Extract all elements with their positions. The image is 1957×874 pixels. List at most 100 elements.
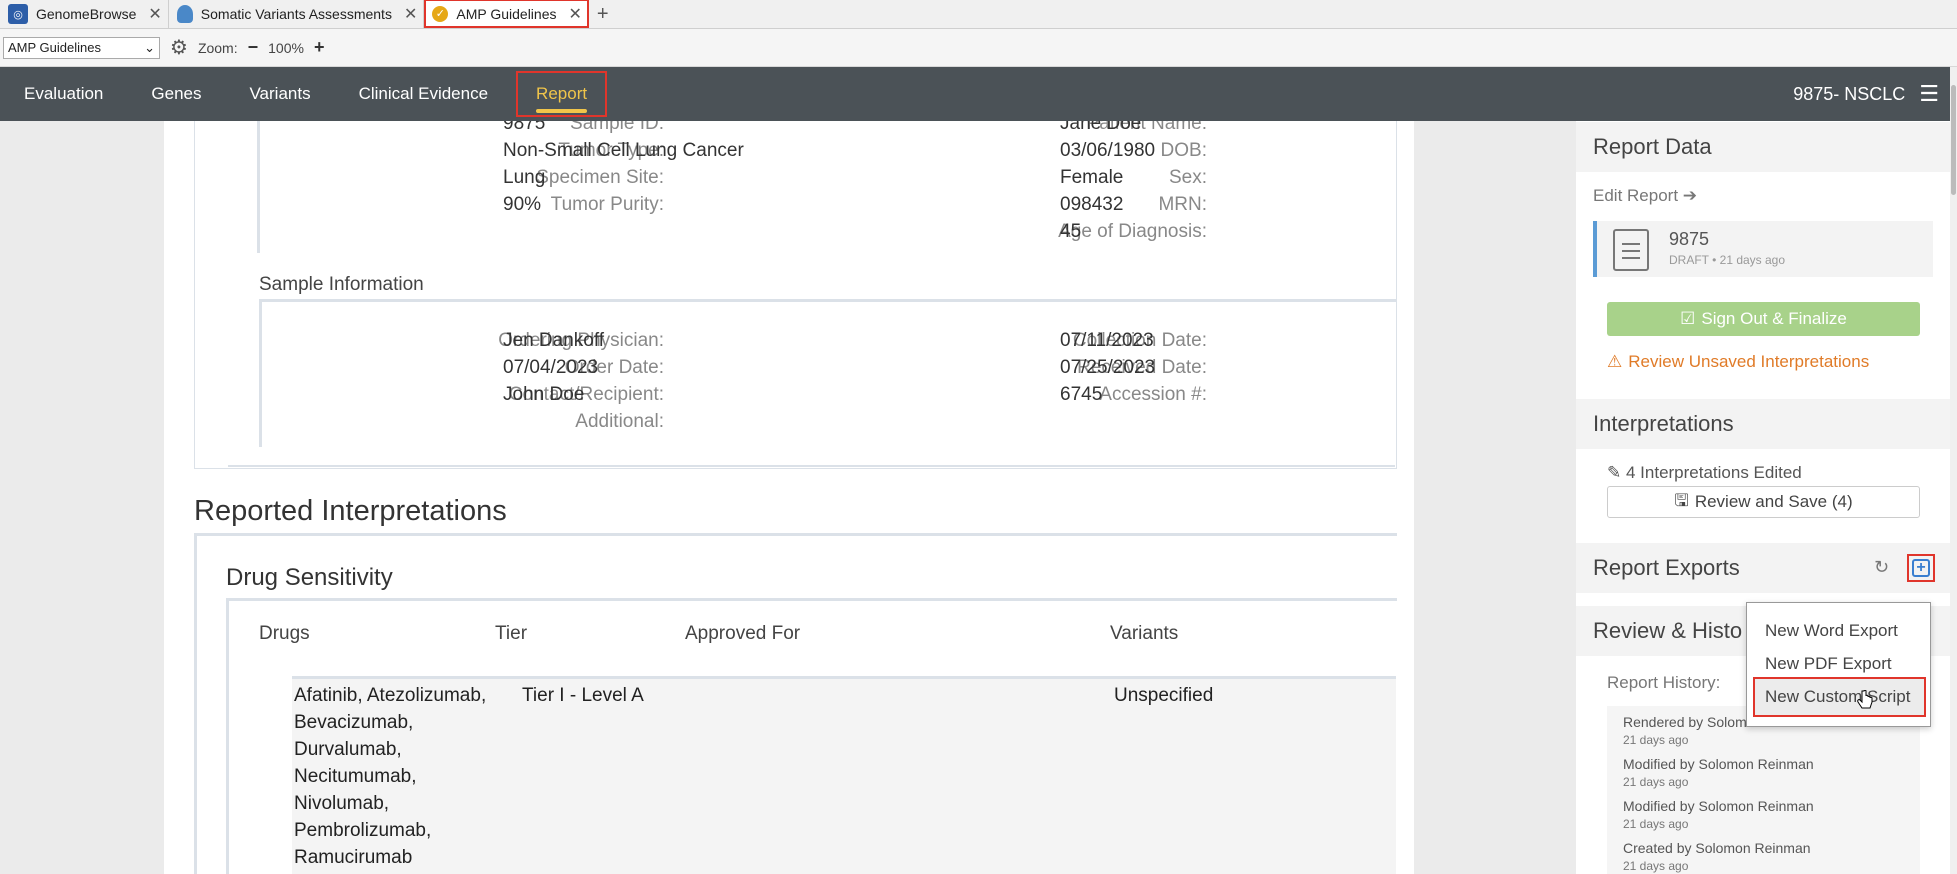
review-unsaved-label: Review Unsaved Interpretations — [1628, 352, 1870, 371]
browser-tab-bar: ◎ GenomeBrowse ✕ Somatic Variants Assess… — [0, 0, 1957, 29]
tab-label: GenomeBrowse — [36, 6, 137, 22]
toolbar: AMP Guidelines ⌄ ⚙ Zoom: − 100% + — [0, 29, 1957, 67]
database-icon — [176, 5, 193, 23]
tumor-purity-value: 90% — [503, 194, 542, 215]
amp-icon: ✓ — [432, 5, 449, 22]
table-row[interactable]: Afatinib, Atezolizumab, Bevacizumab, Dur… — [292, 676, 1396, 874]
nav-report[interactable]: Report — [512, 67, 611, 121]
close-icon[interactable]: ✕ — [404, 4, 417, 24]
history-action: Modified by Solomon Reinman — [1623, 798, 1814, 814]
additional-label: Additional: — [575, 411, 664, 432]
sample-id-value: 9875 — [503, 121, 546, 134]
nav-right: 9875- NSCLC ☰ — [1793, 81, 1957, 107]
close-icon[interactable]: ✕ — [148, 4, 161, 24]
scrollbar[interactable] — [1950, 67, 1957, 874]
patient-name-value: Jane Doe — [1060, 121, 1142, 134]
dob-value: 03/06/1980 — [1060, 140, 1156, 161]
scrollbar-thumb[interactable] — [1951, 85, 1956, 195]
sample-title: 9875- NSCLC — [1793, 83, 1906, 104]
menu-item-new-custom-script[interactable]: New Custom Script — [1753, 677, 1926, 717]
drug-name: Necitumumab, — [294, 766, 417, 787]
tab-somatic-variants[interactable]: Somatic Variants Assessments ✕ — [169, 0, 425, 28]
menu-item-new-word-export[interactable]: New Word Export — [1765, 621, 1898, 641]
history-time: 21 days ago — [1623, 859, 1689, 873]
close-icon[interactable]: ✕ — [569, 4, 582, 24]
accession-value: 6745 — [1060, 384, 1103, 405]
col-approved-for[interactable]: Approved For — [685, 623, 800, 645]
report-sidebar: Report Data Edit Report ➔ 9875 DRAFT • 2… — [1576, 121, 1950, 874]
tab-genomebrowse[interactable]: ◎ GenomeBrowse ✕ — [0, 0, 169, 28]
plus-square-icon: + — [1912, 559, 1930, 577]
menu-icon[interactable]: ☰ — [1919, 81, 1939, 107]
dob-label: DOB: — [1160, 140, 1207, 161]
history-list: Rendered by Solom 21 days ago Modified b… — [1607, 706, 1920, 874]
col-variants[interactable]: Variants — [1110, 623, 1178, 645]
tab-amp-guidelines[interactable]: ✓ AMP Guidelines ✕ — [424, 0, 589, 28]
history-time: 21 days ago — [1623, 817, 1689, 831]
sex-value: Female — [1060, 167, 1124, 188]
divider — [194, 533, 1397, 536]
order-date-value: 07/04/2023 — [503, 357, 599, 378]
hand-cursor-icon — [1857, 690, 1873, 709]
nav-variants[interactable]: Variants — [225, 67, 334, 121]
col-tier[interactable]: Tier — [495, 623, 527, 645]
sign-out-finalize-button[interactable]: ☑ Sign Out & Finalize — [1607, 302, 1920, 336]
drug-name: Ramucirumab — [294, 847, 413, 868]
tab-label: Somatic Variants Assessments — [200, 6, 392, 22]
refresh-icon[interactable]: ↻ — [1874, 557, 1889, 578]
interpretations-edited: ✎ 4 Interpretations Edited — [1607, 463, 1802, 483]
save-icon: 🖫 — [1674, 490, 1689, 510]
specimen-site-label: Specimen Site: — [536, 167, 664, 188]
document-icon — [1613, 229, 1649, 271]
drug-name: Afatinib, Atezolizumab, — [294, 685, 487, 706]
menu-item-new-pdf-export[interactable]: New PDF Export — [1765, 654, 1892, 674]
add-export-button[interactable]: + — [1907, 554, 1935, 582]
new-tab-button[interactable]: + — [589, 0, 617, 28]
drug-name: Durvalumab, — [294, 739, 402, 760]
check-square-icon: ☑ — [1680, 309, 1696, 328]
zoom-out-button[interactable]: − — [248, 37, 259, 58]
review-unsaved-link[interactable]: ⚠ Review Unsaved Interpretations — [1607, 352, 1869, 372]
contact-value: John Doe — [503, 384, 585, 405]
sample-info-heading: Sample Information — [259, 274, 424, 295]
tumor-purity-label: Tumor Purity: — [550, 194, 664, 215]
warning-icon: ⚠ — [1607, 352, 1623, 371]
reported-interpretations-title: Reported Interpretations — [194, 495, 507, 527]
divider — [259, 299, 262, 447]
review-and-save-button[interactable]: 🖫 Review and Save (4) — [1607, 486, 1920, 518]
mrn-value: 098432 — [1060, 194, 1124, 215]
drug-sensitivity-title: Drug Sensitivity — [226, 564, 393, 591]
zoom-value: 100% — [268, 39, 304, 56]
interpretations-edited-label: 4 Interpretations Edited — [1625, 463, 1802, 482]
nav-clinical-evidence[interactable]: Clinical Evidence — [335, 67, 512, 121]
genome-icon: ◎ — [8, 4, 28, 24]
divider — [259, 299, 1397, 302]
history-time: 21 days ago — [1623, 733, 1689, 747]
export-menu: New Word Export New PDF Export New Custo… — [1746, 602, 1931, 727]
edit-report-link[interactable]: Edit Report ➔ — [1593, 186, 1697, 206]
tumor-type-value: Non-Small Cell Lung Cancer — [503, 140, 744, 161]
history-action: Modified by Solomon Reinman — [1623, 756, 1814, 772]
nav-evaluation[interactable]: Evaluation — [0, 67, 127, 121]
drug-name: Nivolumab, — [294, 793, 390, 814]
project-select[interactable]: AMP Guidelines ⌄ — [3, 36, 160, 59]
gear-icon[interactable]: ⚙ — [170, 35, 188, 60]
ordering-physician-value: Jen Dankoff — [503, 330, 605, 351]
history-action: Rendered by Solom — [1623, 714, 1747, 730]
report-exports-header: Report Exports — [1576, 543, 1950, 593]
report-history-label: Report History: — [1607, 673, 1721, 692]
divider — [257, 121, 260, 253]
sex-label: Sex: — [1168, 167, 1207, 188]
nav-genes[interactable]: Genes — [127, 67, 225, 121]
tier-cell: Tier I - Level A — [522, 685, 644, 706]
report-name: 9875 — [1669, 229, 1710, 249]
divider — [226, 598, 229, 874]
pencil-icon: ✎ — [1607, 463, 1622, 482]
report-card[interactable]: 9875 DRAFT • 21 days ago — [1593, 221, 1933, 277]
zoom-in-button[interactable]: + — [314, 37, 325, 58]
tab-label: AMP Guidelines — [456, 5, 557, 22]
collection-date-value: 07/11/2023 — [1060, 330, 1154, 351]
col-drugs[interactable]: Drugs — [259, 623, 310, 645]
history-action: Created by Solomon Reinman — [1623, 840, 1811, 856]
report-status: DRAFT • 21 days ago — [1669, 253, 1786, 267]
